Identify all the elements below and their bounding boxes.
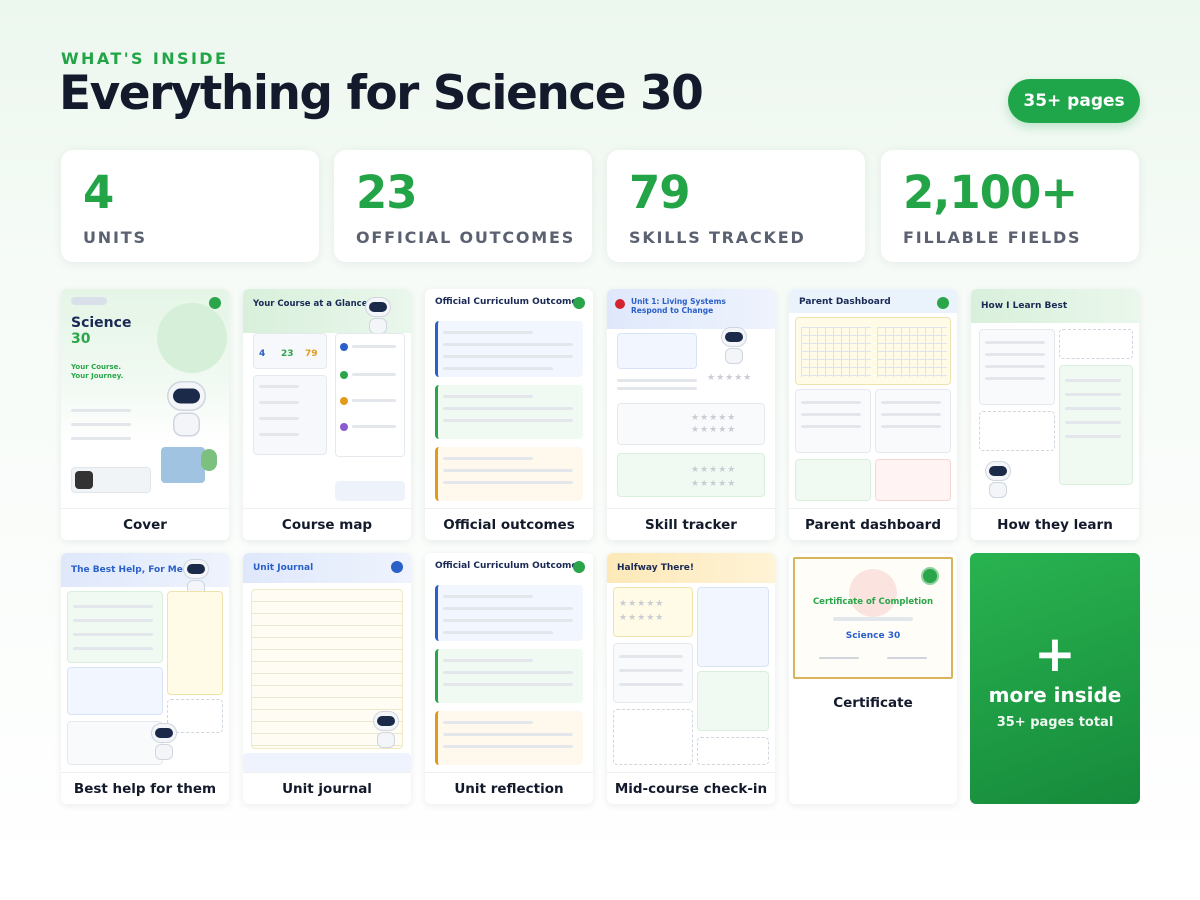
- thumb-title: Unit 1: Living Systems Respond to Change: [631, 297, 726, 315]
- stat-value: 2,100+: [903, 166, 1078, 219]
- cover-tagline: Your Course. Your Journey.: [71, 363, 124, 380]
- stat-value: 23: [356, 166, 418, 219]
- pages-badge: 35+ pages: [1008, 79, 1140, 123]
- page-thumbnail: Unit 1: Living Systems Respond to Change…: [607, 289, 775, 509]
- page-thumbnail: Certificate of Completion Science 30: [789, 553, 957, 683]
- page-label: Cover: [61, 508, 229, 540]
- thumb-title: Your Course at a Glance: [253, 299, 368, 309]
- page-number-icon: [391, 561, 403, 573]
- stat-label: OFFICIAL OUTCOMES: [356, 228, 576, 247]
- certificate-course: Science 30: [845, 631, 901, 641]
- page-card-certificate[interactable]: Certificate of Completion Science 30 Cer…: [789, 553, 957, 804]
- thumb-title: The Best Help, For Me: [71, 565, 183, 575]
- page-number-icon: [573, 297, 585, 309]
- page-thumbnail: Official Curriculum Outcomes: [425, 553, 593, 773]
- stat-value: 4: [83, 166, 114, 219]
- page-thumbnail: Your Course at a Glance 4 23 79: [243, 289, 411, 509]
- certificate-title: Certificate of Completion: [812, 597, 934, 607]
- page-number-icon: [937, 297, 949, 309]
- thumb-title: Official Curriculum Outcomes: [435, 297, 583, 307]
- page-card-how-they-learn[interactable]: How I Learn Best How they learn: [971, 289, 1139, 540]
- page-thumbnail: Science 30 Your Course. Your Journey.: [61, 289, 229, 509]
- cover-number: 30: [71, 331, 91, 347]
- page-card-unit-reflection[interactable]: Official Curriculum Outcomes Unit reflec…: [425, 553, 593, 804]
- page-label: Best help for them: [61, 772, 229, 804]
- page-label: Course map: [243, 508, 411, 540]
- thumb-title: Parent Dashboard: [799, 297, 891, 307]
- stat-label: SKILLS TRACKED: [629, 228, 806, 247]
- page-card-parent-dashboard[interactable]: Parent Dashboard Parent dashboard: [789, 289, 957, 540]
- page-label: Parent dashboard: [789, 508, 957, 540]
- page-card-official-outcomes[interactable]: Official Curriculum Outcomes Official ou…: [425, 289, 593, 540]
- stat-label: UNITS: [83, 228, 147, 247]
- robot-mascot-icon: [369, 711, 403, 749]
- robot-mascot-icon: [361, 297, 395, 335]
- stat-fields: 2,100+ FILLABLE FIELDS: [881, 150, 1139, 262]
- robot-mascot-icon: [161, 381, 212, 438]
- page-thumbnail: Official Curriculum Outcomes: [425, 289, 593, 509]
- page-thumbnail: Parent Dashboard: [789, 289, 957, 509]
- page-card-skill-tracker[interactable]: Unit 1: Living Systems Respond to Change…: [607, 289, 775, 540]
- page-thumbnail: Halfway There! ★★★★★ ★★★★★: [607, 553, 775, 773]
- more-inside-title: more inside: [988, 683, 1122, 707]
- stat-value: 79: [629, 166, 691, 219]
- page-card-cover[interactable]: Science 30 Your Course. Your Journey. Co…: [61, 289, 229, 540]
- thumb-title: Halfway There!: [617, 563, 695, 573]
- robot-mascot-icon: [981, 461, 1015, 499]
- page-label: Official outcomes: [425, 508, 593, 540]
- page-label: Unit reflection: [425, 772, 593, 804]
- page-card-mid-course-check-in[interactable]: Halfway There! ★★★★★ ★★★★★ Mid-course ch…: [607, 553, 775, 804]
- page-thumbnail: How I Learn Best: [971, 289, 1139, 509]
- page-label: Unit journal: [243, 772, 411, 804]
- page-thumbnail: The Best Help, For Me: [61, 553, 229, 773]
- qr-code-icon: [75, 471, 93, 489]
- page-label: Mid-course check-in: [607, 772, 775, 804]
- stat-skills: 79 SKILLS TRACKED: [607, 150, 865, 262]
- stat-units: 4 UNITS: [61, 150, 319, 262]
- robot-mascot-icon: [147, 723, 181, 761]
- stat-outcomes: 23 OFFICIAL OUTCOMES: [334, 150, 592, 262]
- stat-label: FILLABLE FIELDS: [903, 228, 1082, 247]
- page-number-icon: [209, 297, 221, 309]
- page-number-icon: [573, 561, 585, 573]
- robot-mascot-icon: [717, 327, 751, 365]
- ribbon-seal-icon: [921, 567, 939, 585]
- page-card-best-help[interactable]: The Best Help, For Me Best help for them: [61, 553, 229, 804]
- thumb-title: Official Curriculum Outcomes: [435, 561, 583, 571]
- plus-icon: +: [1034, 625, 1076, 683]
- page-label: How they learn: [971, 508, 1139, 540]
- page-label: Skill tracker: [607, 508, 775, 540]
- page-label: Certificate: [789, 683, 957, 723]
- page-card-unit-journal[interactable]: Unit Journal Unit journal: [243, 553, 411, 804]
- maple-leaf-watermark-icon: [849, 569, 897, 617]
- thumb-title: How I Learn Best: [981, 301, 1068, 311]
- more-inside-subtitle: 35+ pages total: [996, 715, 1114, 730]
- thumb-title: Unit Journal: [253, 563, 314, 573]
- more-inside-card[interactable]: + more inside 35+ pages total: [970, 553, 1140, 804]
- cover-title: Science: [71, 315, 132, 331]
- page-thumbnail: Unit Journal: [243, 553, 411, 773]
- page-card-course-map[interactable]: Your Course at a Glance 4 23 79 Course m…: [243, 289, 411, 540]
- maple-leaf-icon: [615, 299, 625, 309]
- page-title: Everything for Science 30: [59, 66, 704, 121]
